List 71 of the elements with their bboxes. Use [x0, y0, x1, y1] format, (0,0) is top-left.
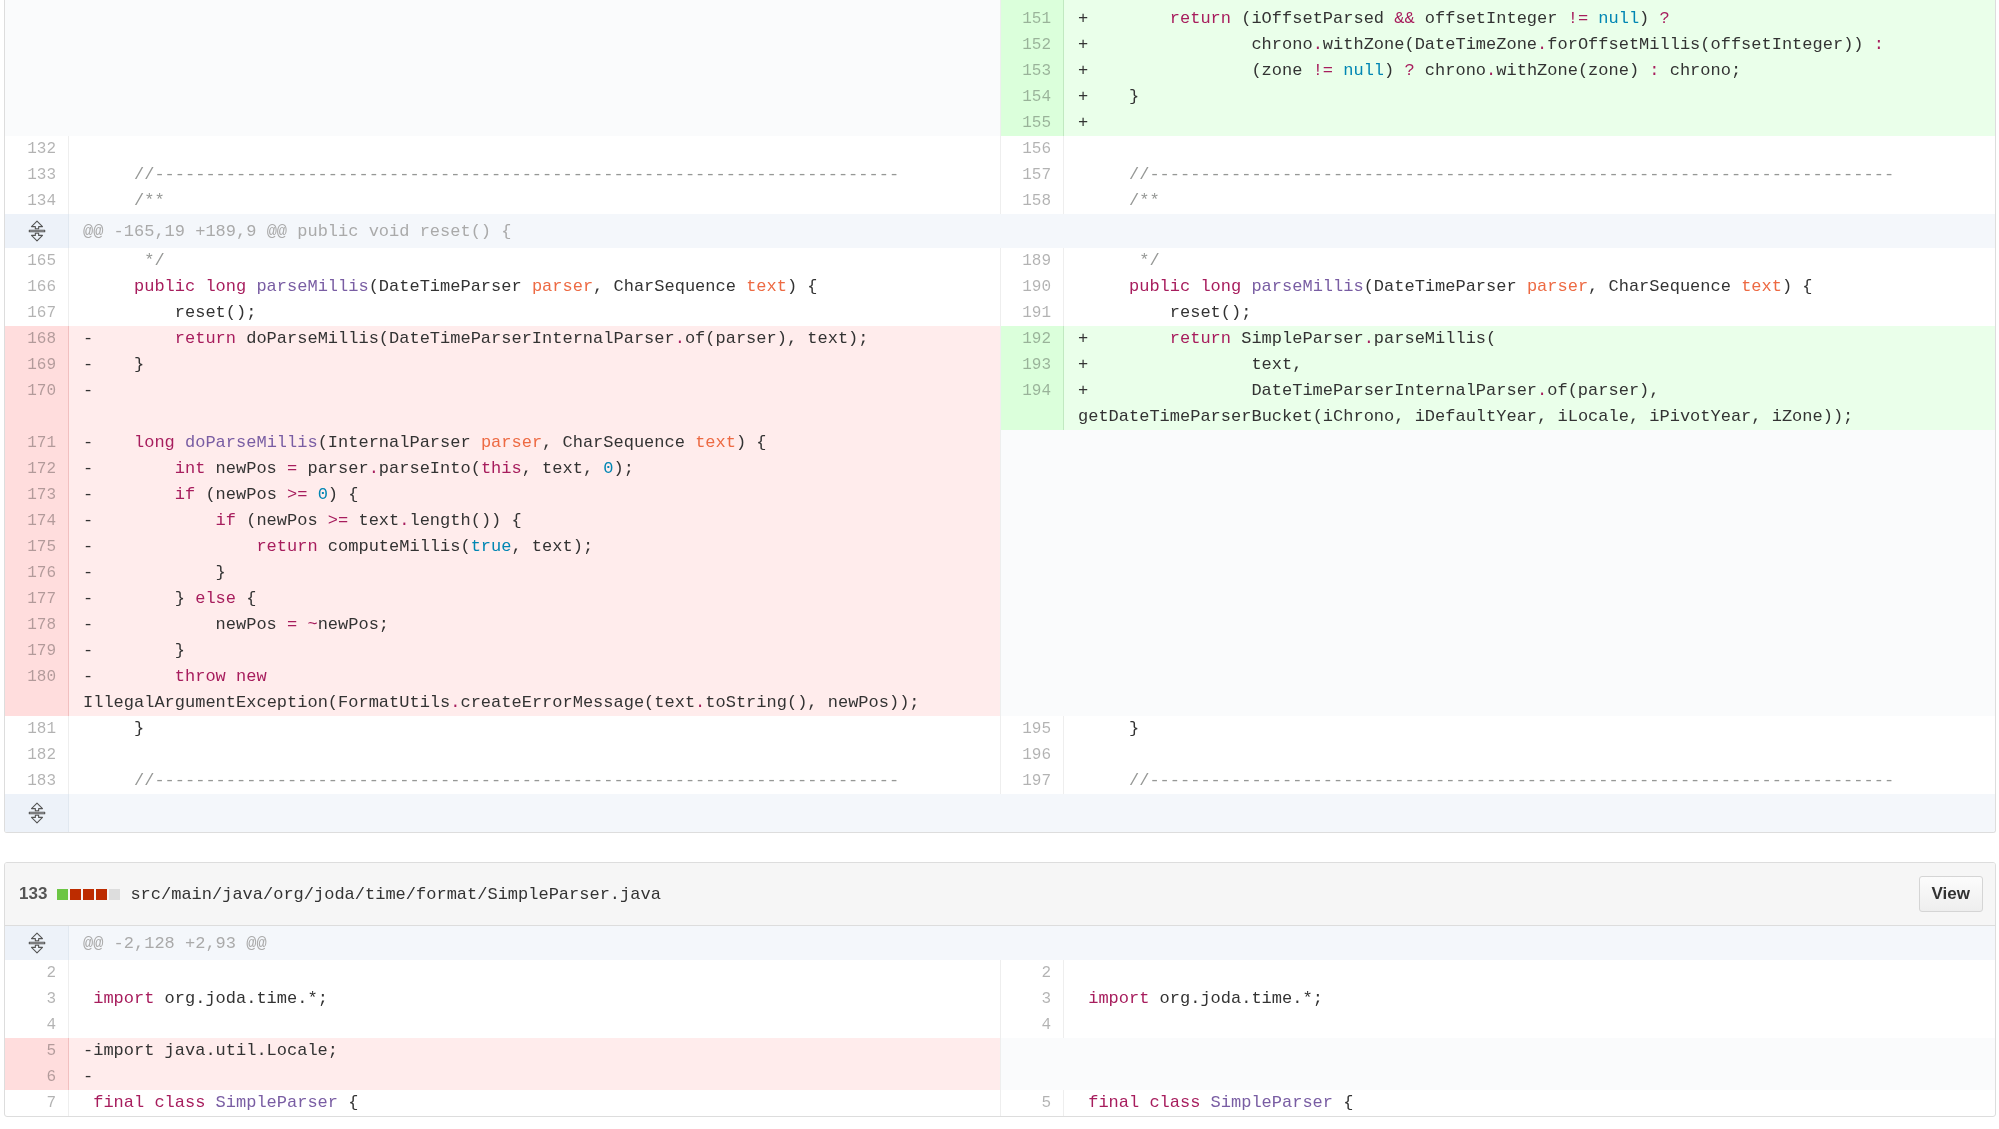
expand-icon — [27, 220, 46, 242]
code-line: /** — [1128, 190, 1161, 212]
line-number: 5 — [1000, 1090, 1064, 1116]
code-line: import org.joda.time.*; — [92, 988, 329, 1010]
code-line: final class SimpleParser { — [1087, 1092, 1355, 1114]
line-number: 176 — [5, 560, 69, 586]
line-number: 132 — [5, 136, 69, 162]
line-number: 2 — [5, 960, 69, 986]
line-number: 189 — [1000, 248, 1064, 274]
line-number: 154 — [1000, 84, 1064, 110]
line-number: 153 — [1000, 58, 1064, 84]
code-line: */ — [143, 250, 166, 272]
change-count: 133 — [19, 884, 48, 904]
line-number: 3 — [5, 986, 69, 1012]
code-line: //------------------------------------------------------------------------- — [1128, 770, 1896, 792]
line-number: 3 — [1000, 986, 1064, 1012]
hunk-header: @@ -2,128 +2,93 @@ — [83, 933, 267, 953]
line-number: 178 — [5, 612, 69, 638]
line-number: 166 — [5, 274, 69, 300]
line-number: 192 — [1000, 326, 1064, 352]
line-number: 133 — [5, 162, 69, 188]
hunk-header: @@ -165,19 +189,9 @@ public void reset() { — [83, 221, 512, 241]
line-number: 175 — [5, 534, 69, 560]
line-number: 169 — [5, 352, 69, 378]
code-line: /** — [133, 190, 166, 212]
line-number: 196 — [1000, 742, 1064, 768]
expand-button[interactable] — [5, 214, 69, 248]
file-path: src/main/java/org/joda/time/format/SimpleParser.java — [130, 884, 661, 904]
line-number: 152 — [1000, 32, 1064, 58]
line-number: 157 — [1000, 162, 1064, 188]
line-number: 6 — [5, 1064, 69, 1090]
line-number: 171 — [5, 430, 69, 456]
line-number: 193 — [1000, 352, 1064, 378]
expand-button[interactable] — [5, 794, 69, 832]
line-number: 190 — [1000, 274, 1064, 300]
expand-icon — [27, 932, 46, 954]
line-number: 155 — [1000, 110, 1064, 136]
view-button[interactable]: View — [1918, 876, 1983, 912]
code-line: final class SimpleParser { — [92, 1092, 360, 1114]
line-number: 168 — [5, 326, 69, 352]
line-number: 170 — [5, 378, 69, 430]
line-number: 2 — [1000, 960, 1064, 986]
line-number: 181 — [5, 716, 69, 742]
line-number: 179 — [5, 638, 69, 664]
line-number: 5 — [5, 1038, 69, 1064]
code-line: //------------------------------------------------------------------------- — [133, 770, 901, 792]
line-number: 180 — [5, 664, 69, 716]
code-line: */ — [1138, 250, 1161, 272]
line-number: 151 — [1000, 0, 1064, 32]
line-number: 156 — [1000, 136, 1064, 162]
code-line: public long parseMillis(DateTimeParser parser, CharSequence text) { — [133, 276, 819, 298]
code-line: } — [133, 718, 146, 740]
code-line: reset(); — [173, 302, 258, 324]
line-number: 182 — [5, 742, 69, 768]
line-number: 7 — [5, 1090, 69, 1116]
code-line: } — [1128, 718, 1141, 740]
line-number: 195 — [1000, 716, 1064, 742]
line-number: 174 — [5, 508, 69, 534]
line-number: 194 — [1000, 378, 1064, 430]
code-line: public long parseMillis(DateTimeParser parser, CharSequence text) { — [1128, 276, 1814, 298]
line-number: 177 — [5, 586, 69, 612]
code-line: import org.joda.time.*; — [1087, 988, 1324, 1010]
line-number: 172 — [5, 456, 69, 482]
code-line: reset(); — [1168, 302, 1253, 324]
expand-icon — [27, 802, 46, 824]
expand-button[interactable] — [5, 926, 69, 960]
diffstat-icon — [57, 888, 121, 900]
code-line: //------------------------------------------------------------------------- — [1128, 164, 1896, 186]
line-number: 173 — [5, 482, 69, 508]
code-line: //------------------------------------------------------------------------- — [133, 164, 901, 186]
line-number: 165 — [5, 248, 69, 274]
